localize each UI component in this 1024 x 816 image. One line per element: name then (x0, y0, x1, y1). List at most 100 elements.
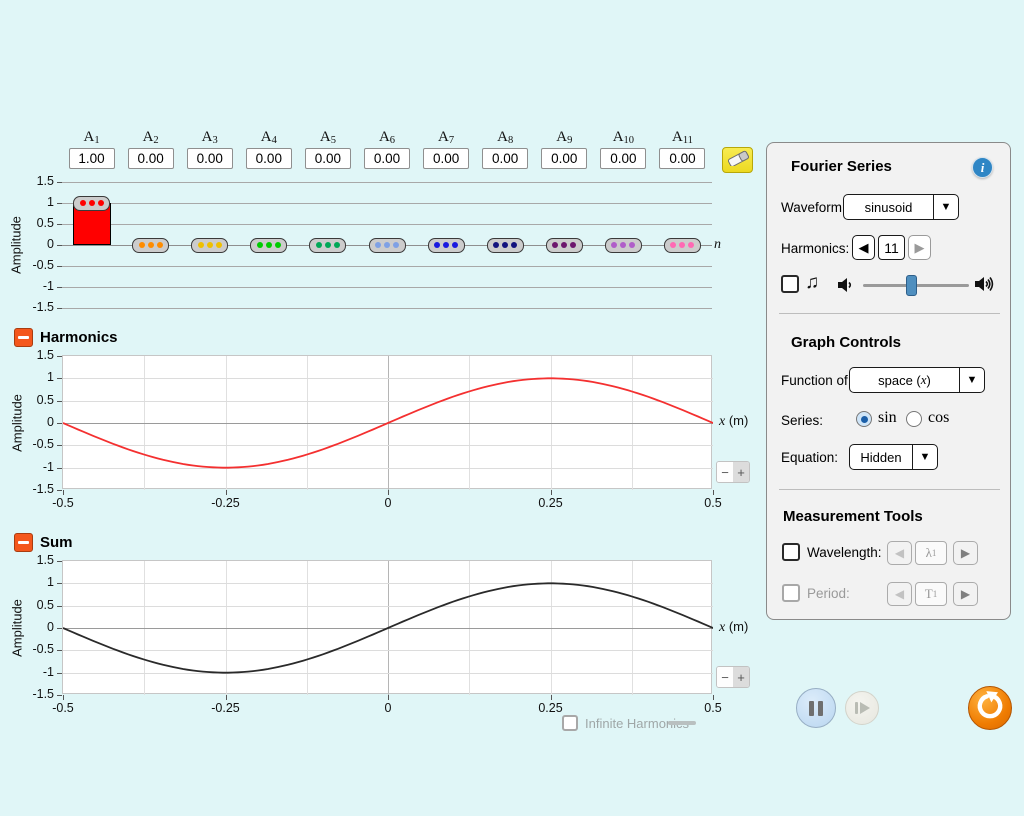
amplitude-slider-11[interactable] (664, 238, 701, 253)
separator (779, 313, 1000, 314)
zoom-out-button[interactable]: − (717, 667, 733, 687)
period-next-button[interactable]: ▶ (953, 582, 978, 606)
chevron-down-icon: ▼ (959, 368, 984, 392)
zoom-out-button[interactable]: − (717, 462, 733, 482)
series-label: Series: (781, 413, 823, 428)
amplitude-slider-7[interactable] (428, 238, 465, 253)
sum-collapse-button[interactable] (14, 533, 33, 552)
slider-dot (216, 242, 222, 248)
slider-dot (620, 242, 626, 248)
waveform-value: sinusoid (844, 195, 933, 219)
x-axis-label: x (m) (719, 413, 748, 430)
tick-mark (57, 490, 62, 491)
slider-dot (670, 242, 676, 248)
slider-dot (257, 242, 263, 248)
amplitude-control-3: A3 (185, 129, 235, 169)
y-tick-label: -1 (18, 279, 54, 293)
period-previous-button[interactable]: ◀ (887, 582, 912, 606)
zoom-in-button[interactable]: + (733, 667, 749, 687)
y-tick-label: 1 (18, 195, 54, 209)
tick-mark (57, 423, 62, 424)
fourier-making-waves-sim: { "icons": { "dropdown": "▼", "prev": "◀… (0, 0, 1024, 816)
amplitude-label-11: A11 (657, 129, 707, 148)
harmonics-curve (63, 356, 713, 490)
y-tick-label: -1.5 (18, 482, 54, 496)
amplitude-slider-5[interactable] (309, 238, 346, 253)
slider-dot (89, 200, 95, 206)
y-tick-label: -1.5 (18, 687, 54, 701)
y-tick-label: 1.5 (18, 348, 54, 362)
tick-mark (57, 445, 62, 446)
wavelength-checkbox[interactable] (782, 543, 800, 561)
amplitude-slider-4[interactable] (250, 238, 287, 253)
harmonics-increment-button[interactable]: ▶ (908, 235, 931, 260)
equation-dropdown[interactable]: Hidden ▼ (849, 444, 938, 470)
infinite-harmonics-checkbox[interactable] (562, 715, 578, 731)
x-tick-label: 0.5 (687, 496, 739, 510)
sound-checkbox[interactable] (781, 275, 799, 293)
amplitude-label-1: A1 (67, 129, 117, 148)
slider-dot (561, 242, 567, 248)
amplitude-slider-2[interactable] (132, 238, 169, 253)
tick-mark (57, 378, 62, 379)
pause-button[interactable] (796, 688, 836, 728)
amplitude-control-10: A10 (598, 129, 648, 169)
equation-label: Equation: (781, 450, 838, 465)
amplitude-field-5[interactable] (305, 148, 351, 169)
eraser-icon (727, 150, 749, 171)
amplitude-slider-10[interactable] (605, 238, 642, 253)
step-forward-button[interactable] (845, 691, 879, 725)
amplitude-field-6[interactable] (364, 148, 410, 169)
tick-mark (57, 628, 62, 629)
tick-mark (57, 203, 62, 204)
amplitude-slider-8[interactable] (487, 238, 524, 253)
slider-dot (157, 242, 163, 248)
amplitude-field-8[interactable] (482, 148, 528, 169)
amplitude-field-11[interactable] (659, 148, 705, 169)
amplitude-slider-3[interactable] (191, 238, 228, 253)
amplitude-slider-1[interactable] (73, 196, 110, 211)
info-button[interactable]: i (972, 157, 993, 178)
series-sin-radio[interactable] (856, 411, 872, 427)
period-label: Period: (807, 586, 850, 601)
harmonics-collapse-button[interactable] (14, 328, 33, 347)
amplitude-field-7[interactable] (423, 148, 469, 169)
tick-mark (57, 606, 62, 607)
harmonics-chart: Amplitude 1.510.50-0.5-1-1.5-0.5-0.2500.… (62, 355, 712, 489)
slider-dot (570, 242, 576, 248)
tick-mark (57, 224, 62, 225)
zoom-in-button[interactable]: + (733, 462, 749, 482)
gridline-y-0.5 (62, 224, 712, 225)
reset-all-button[interactable] (968, 686, 1012, 730)
series-cos-radio[interactable] (906, 411, 922, 427)
amplitude-field-2[interactable] (128, 148, 174, 169)
separator (779, 489, 1000, 490)
wavelength-next-button[interactable]: ▶ (953, 541, 978, 565)
period-checkbox[interactable] (782, 584, 800, 602)
amplitude-label-8: A8 (480, 129, 530, 148)
tick-mark (57, 695, 62, 696)
amplitude-field-4[interactable] (246, 148, 292, 169)
amplitude-slider-6[interactable] (369, 238, 406, 253)
harmonics-decrement-button[interactable]: ◀ (852, 235, 875, 260)
tick-mark (388, 490, 389, 495)
tick-mark (57, 287, 62, 288)
volume-slider-thumb[interactable] (906, 275, 917, 296)
waveform-dropdown[interactable]: sinusoid ▼ (843, 194, 959, 220)
step-forward-icon (855, 702, 858, 714)
y-tick-label: -1.5 (18, 300, 54, 314)
function-of-dropdown[interactable]: space (x) ▼ (849, 367, 985, 393)
infinite-harmonics-swatch (668, 721, 696, 725)
x-tick-label: 0 (362, 701, 414, 715)
amplitude-field-10[interactable] (600, 148, 646, 169)
eraser-button[interactable] (722, 147, 753, 173)
amplitude-slider-9[interactable] (546, 238, 583, 253)
slider-dot (679, 242, 685, 248)
amplitude-field-9[interactable] (541, 148, 587, 169)
amplitude-field-3[interactable] (187, 148, 233, 169)
y-tick-label: 0 (18, 415, 54, 429)
amplitude-control-1: A1 (67, 129, 117, 169)
amplitude-field-1[interactable] (69, 148, 115, 169)
y-tick-label: -1 (18, 460, 54, 474)
wavelength-previous-button[interactable]: ◀ (887, 541, 912, 565)
